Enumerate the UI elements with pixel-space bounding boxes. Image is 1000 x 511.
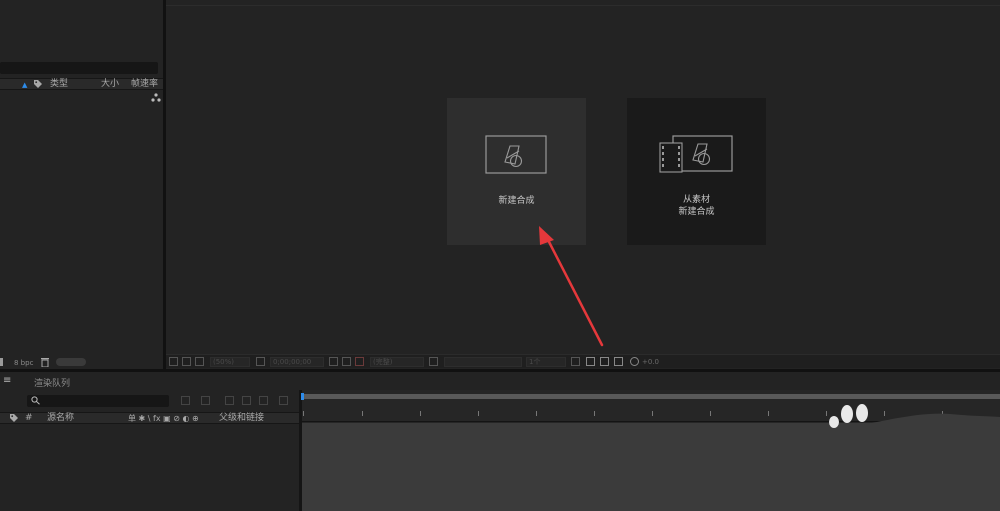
exposure-reset-icon[interactable] (630, 357, 639, 366)
active-camera-dropdown[interactable] (444, 357, 522, 367)
ruler-tick (536, 411, 537, 416)
ruler-tick (594, 411, 595, 416)
composition-from-footage-icon (659, 135, 733, 173)
column-switches[interactable]: 单 ✱ \ fx ▣ ⊘ ◐ ⊕ (128, 413, 199, 424)
flowchart-icon[interactable] (151, 93, 161, 102)
column-frame-rate[interactable]: 帧速率 (131, 79, 158, 90)
bit-depth-button[interactable]: 8 bpc (14, 359, 33, 367)
resolution-dropdown[interactable]: (完整) (370, 357, 424, 367)
layer-panel (0, 390, 300, 511)
viewer-top-divider (166, 5, 1000, 6)
panel-menu-icon[interactable]: ≡ (3, 375, 11, 386)
ruler-tick (303, 411, 304, 416)
label-tag-icon (34, 80, 42, 88)
from-footage-label-line1: 从素材 (682, 195, 710, 205)
grid-guides-icon[interactable] (195, 357, 204, 366)
new-composition-icon (485, 135, 547, 174)
frame-blending-icon[interactable] (242, 396, 251, 405)
fit-icon[interactable] (256, 357, 265, 366)
new-composition-from-footage-card[interactable]: 从素材 新建合成 (627, 98, 766, 245)
column-size[interactable]: 大小 (101, 79, 119, 90)
label-tag-icon (10, 414, 18, 422)
project-column-header: ▲ 类型 大小 帧速率 (0, 78, 163, 90)
ruler-tick (420, 411, 421, 416)
flowchart-view-icon[interactable] (614, 357, 623, 366)
ruler-tick (652, 411, 653, 416)
ruler-tick (710, 411, 711, 416)
project-panel (0, 0, 163, 370)
motion-blur-icon[interactable] (259, 396, 268, 405)
timeline-tab-bar: ≡ 渲染队列 (0, 372, 1000, 390)
track-area[interactable] (302, 423, 1000, 511)
project-footer: 8 bpc (0, 355, 163, 369)
tab-render-queue[interactable]: 渲染队列 (34, 376, 70, 389)
views-dropdown[interactable]: 1个 (526, 357, 566, 367)
comp-mini-flowchart-icon[interactable] (181, 396, 190, 405)
transparency-grid-icon[interactable] (429, 357, 438, 366)
work-area-start-handle[interactable] (301, 393, 304, 400)
work-area-bar[interactable] (303, 394, 1000, 399)
ruler-tick (478, 411, 479, 416)
fast-previews-icon[interactable] (586, 357, 595, 366)
project-search-input[interactable] (0, 62, 158, 74)
column-type[interactable]: 类型 (50, 79, 68, 90)
draft-3d-icon[interactable] (201, 396, 210, 405)
annotation-arrow-icon (539, 226, 604, 347)
interpret-footage-icon[interactable] (0, 358, 3, 366)
snapshot-camera-icon[interactable] (329, 357, 338, 366)
sort-asc-icon[interactable]: ▲ (22, 81, 27, 89)
show-snapshot-icon[interactable] (342, 357, 351, 366)
graph-editor-icon[interactable] (279, 396, 288, 405)
viewer-toolbar: (50%) 0;00;00;00 (完整) 1个 +0.0 (166, 354, 1000, 368)
column-number[interactable]: # (25, 413, 33, 424)
column-source-name[interactable]: 源名称 (47, 413, 74, 424)
always-preview-icon[interactable] (169, 357, 178, 366)
search-icon (31, 396, 41, 405)
ruler-tick (768, 411, 769, 416)
timeline-search-input[interactable] (27, 395, 169, 407)
zoom-dropdown[interactable]: (50%) (210, 357, 250, 367)
watermark-overlay (829, 404, 1000, 430)
exposure-value[interactable]: +0.0 (642, 358, 659, 366)
new-composition-label: 新建合成 (498, 196, 535, 206)
ruler-tick (362, 411, 363, 416)
timecode-display[interactable]: 0;00;00;00 (270, 357, 324, 367)
trash-icon[interactable] (41, 357, 49, 368)
project-scrollbar[interactable] (56, 358, 86, 366)
toggle-pixel-aspect-icon[interactable] (571, 357, 580, 366)
shy-layers-icon[interactable] (225, 396, 234, 405)
timeline-jump-icon[interactable] (600, 357, 609, 366)
layer-column-header: # 源名称 单 ✱ \ fx ▣ ⊘ ◐ ⊕ 父级和链接 (0, 412, 299, 424)
color-channel-icon[interactable] (355, 357, 364, 366)
region-of-interest-icon[interactable] (182, 357, 191, 366)
column-parent-link[interactable]: 父级和链接 (219, 413, 264, 424)
from-footage-label-line2: 新建合成 (678, 207, 715, 217)
